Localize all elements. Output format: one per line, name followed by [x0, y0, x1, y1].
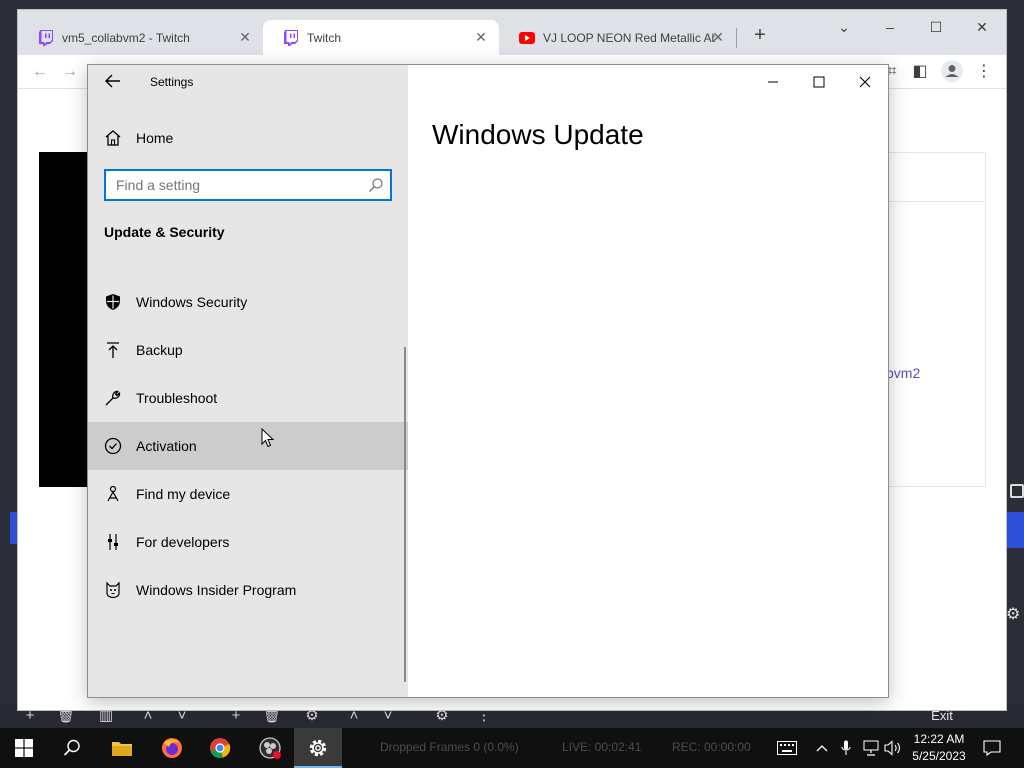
obs-live-time: LIVE: 00:02:41 — [562, 740, 642, 754]
start-button[interactable] — [0, 728, 48, 768]
page-title: Windows Update — [432, 119, 644, 150]
microphone-icon[interactable] — [838, 738, 854, 758]
chrome-button[interactable] — [196, 728, 244, 768]
obs-selection-highlight-right — [1006, 512, 1024, 548]
wrench-icon — [104, 389, 122, 407]
firefox-icon — [162, 738, 182, 758]
nav-item-label: Activation — [136, 438, 197, 454]
divider — [889, 201, 985, 202]
window-title: Settings — [150, 75, 194, 89]
back-arrow-icon[interactable] — [102, 71, 124, 93]
keyboard-icon[interactable] — [776, 738, 798, 758]
file-explorer-button[interactable] — [98, 728, 146, 768]
obs-selection-highlight — [10, 512, 18, 544]
taskbar: Dropped Frames 0 (0.0%) LIVE: 00:02:41 R… — [0, 728, 1024, 768]
new-tab-button[interactable]: + — [750, 24, 770, 47]
maximize-icon[interactable]: ☐ — [922, 16, 950, 38]
obs-gear-icon[interactable]: ⚙ — [1006, 604, 1020, 624]
firefox-button[interactable] — [148, 728, 196, 768]
youtube-icon — [519, 30, 535, 46]
nav-item-find-my-device[interactable]: Find my device — [88, 470, 408, 518]
settings-search[interactable] — [104, 169, 392, 201]
tab-title: VJ LOOP NEON Red Metallic Ab — [543, 30, 715, 45]
tab-youtube[interactable]: VJ LOOP NEON Red Metallic Ab ✕ — [499, 20, 736, 55]
close-icon[interactable] — [842, 69, 888, 95]
nav-scrollbar[interactable] — [404, 347, 406, 682]
nav-home[interactable]: Home — [88, 123, 408, 153]
section-title: Update & Security — [104, 224, 225, 240]
minimize-icon[interactable]: – — [876, 16, 904, 38]
nav-item-windows-security[interactable]: Windows Security — [88, 278, 408, 326]
nav-item-label: Backup — [136, 342, 183, 358]
tab-twitch[interactable]: Twitch ✕ — [263, 20, 499, 55]
video-player[interactable] — [39, 152, 91, 487]
windows-logo-icon — [15, 739, 33, 757]
close-tab-icon[interactable]: ✕ — [473, 29, 489, 46]
settings-nav-pane: Settings Home Update & Security Windows … — [88, 65, 408, 697]
obs-window-icon — [1010, 484, 1024, 498]
search-icon[interactable] — [368, 177, 384, 193]
obs-button[interactable] — [246, 728, 294, 768]
tab-vm5-collabvm2[interactable]: vm5_collabvm2 - Twitch ✕ — [18, 20, 263, 55]
gear-icon — [309, 739, 327, 757]
forward-icon[interactable]: → — [58, 60, 82, 84]
nav-item-label: For developers — [136, 534, 230, 550]
profile-avatar[interactable] — [940, 60, 964, 84]
nav-item-label: Find my device — [136, 486, 231, 502]
close-window-icon[interactable]: ✕ — [968, 16, 996, 38]
tab-title: Twitch — [307, 30, 342, 45]
tab-search-icon[interactable]: ⌄ — [830, 16, 858, 38]
nav-home-label: Home — [136, 130, 174, 146]
close-tab-icon[interactable]: ✕ — [710, 29, 726, 46]
side-panel-icon[interactable]: ◧ — [908, 60, 932, 84]
shield-icon — [104, 293, 122, 311]
page-side-panel — [888, 152, 986, 487]
close-tab-icon[interactable]: ✕ — [237, 29, 253, 46]
mouse-cursor — [261, 427, 275, 448]
tab-strip: vm5_collabvm2 - Twitch ✕ Twitch ✕ VJ LOO… — [18, 10, 1006, 55]
nav-item-label: Troubleshoot — [136, 390, 218, 406]
nav-item-backup[interactable]: Backup — [88, 326, 408, 374]
channel-link[interactable]: bvm2 — [886, 365, 920, 381]
back-icon[interactable]: ← — [28, 60, 52, 84]
system-clock[interactable]: 12:22 AM 5/25/2023 — [904, 731, 974, 765]
twitch-icon — [38, 29, 54, 46]
twitch-icon — [283, 29, 299, 46]
nav-item-label: Windows Insider Program — [136, 582, 297, 598]
settings-button[interactable] — [294, 728, 342, 768]
check-circle-icon — [104, 437, 122, 455]
clock-date: 5/25/2023 — [912, 749, 966, 763]
search-button[interactable] — [48, 728, 96, 768]
chevron-up-icon[interactable] — [814, 738, 830, 758]
search-icon — [63, 739, 80, 756]
obs-rec-time: REC: 00:00:00 — [672, 740, 751, 754]
clock-time: 12:22 AM — [913, 732, 965, 746]
insider-cat-icon — [104, 581, 122, 599]
obs-icon — [259, 737, 281, 759]
nav-item-troubleshoot[interactable]: Troubleshoot — [88, 374, 408, 422]
maximize-icon[interactable] — [796, 69, 842, 95]
network-icon[interactable] — [862, 738, 880, 758]
chrome-icon — [210, 738, 231, 758]
nav-item-windows-insider[interactable]: Windows Insider Program — [88, 566, 408, 614]
home-icon — [104, 129, 122, 147]
search-input[interactable] — [106, 171, 360, 199]
folder-icon — [112, 742, 132, 756]
nav-item-label: Windows Security — [136, 294, 248, 310]
nav-item-activation[interactable]: Activation — [88, 422, 408, 470]
volume-icon[interactable] — [884, 738, 902, 758]
obs-dropped-frames: Dropped Frames 0 (0.0%) — [380, 740, 519, 754]
menu-icon[interactable]: ⋮ — [972, 60, 996, 84]
nav-item-for-developers[interactable]: For developers — [88, 518, 408, 566]
tab-title: vm5_collabvm2 - Twitch — [62, 30, 190, 45]
settings-window: Settings Home Update & Security Windows … — [87, 64, 889, 698]
tab-separator — [736, 28, 737, 48]
backup-arrow-icon — [104, 341, 122, 359]
notification-center-icon[interactable] — [980, 738, 1004, 758]
developer-tools-icon — [104, 533, 122, 551]
minimize-icon[interactable] — [750, 69, 796, 95]
person-locate-icon — [104, 485, 122, 503]
